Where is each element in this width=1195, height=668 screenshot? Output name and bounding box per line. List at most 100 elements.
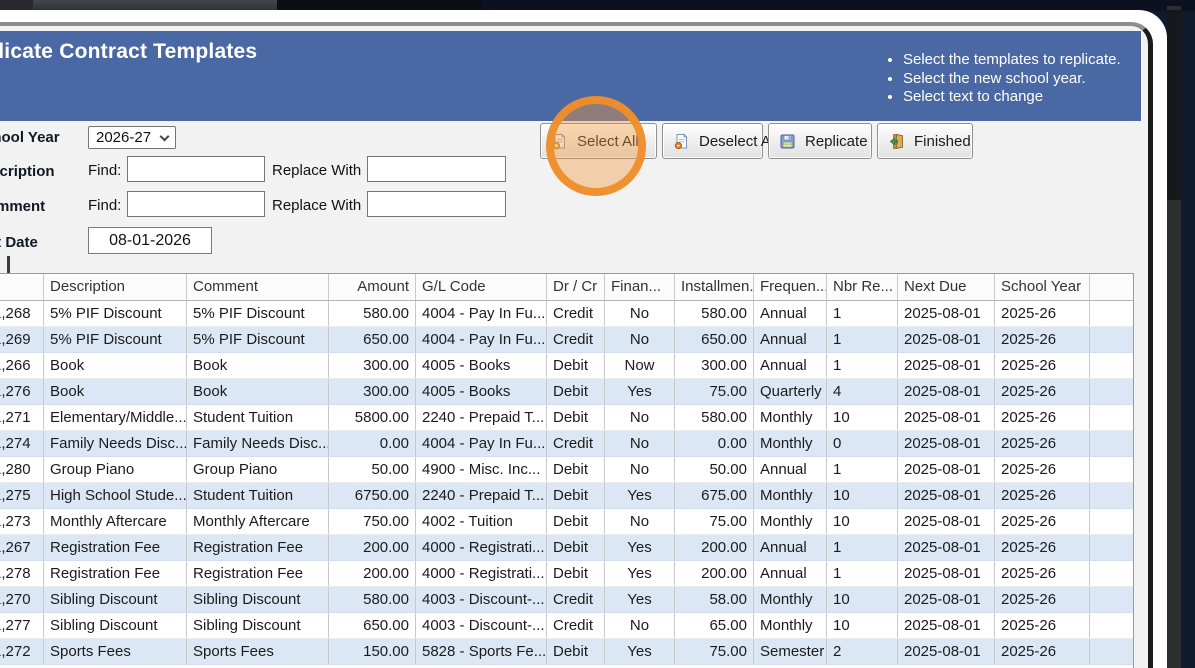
cell: 10: [827, 509, 898, 534]
description-label: Description: [0, 163, 55, 180]
cell: Debit: [547, 379, 605, 404]
finished-button[interactable]: Finished: [877, 123, 973, 159]
cell: Annual: [754, 561, 827, 586]
cell: 50.00: [675, 457, 754, 482]
cell: 1: [827, 535, 898, 560]
table-row[interactable]: 1,278Registration FeeRegistration Fee200…: [0, 561, 1133, 587]
cell: Debit: [547, 535, 605, 560]
template-id: 1,278: [0, 565, 31, 582]
column-header[interactable]: Description: [44, 274, 187, 300]
column-header[interactable]: Frequen...: [754, 274, 827, 300]
cell: Debit: [547, 353, 605, 378]
description-find-input[interactable]: [127, 156, 265, 182]
school-year-label: School Year: [0, 129, 60, 146]
contract-templates-table: Description Comment Amount G/L Code Dr / Cr F…: [0, 273, 1134, 668]
table-row[interactable]: 1,270Sibling DiscountSibling Discount580…: [0, 587, 1133, 613]
table-row[interactable]: 1,277Sibling DiscountSibling Discount650…: [0, 613, 1133, 639]
cell: Debit: [547, 639, 605, 664]
table-row[interactable]: 1,280Group PianoGroup Piano50.004900 - M…: [0, 457, 1133, 483]
table-row[interactable]: 1,274 Family Needs Disc...Family Needs Di…: [0, 431, 1133, 457]
cell: Debit: [547, 457, 605, 482]
column-header[interactable]: [0, 274, 44, 300]
select-all-button[interactable]: Select All: [540, 123, 657, 159]
select-all-label: Select All: [577, 132, 639, 150]
page-plus-icon: [552, 133, 566, 149]
column-header[interactable]: Dr / Cr: [547, 274, 605, 300]
column-header[interactable]: Amount: [329, 274, 416, 300]
replicate-button[interactable]: Replicate: [768, 123, 872, 159]
description-replace-input[interactable]: [367, 156, 506, 182]
cell: 2025-08-01: [898, 561, 995, 586]
cell: 1: [827, 457, 898, 482]
table-row[interactable]: 1,2685% PIF Discount5% PIF Discount580.0…: [0, 301, 1133, 327]
table-row[interactable]: 1,271 Elementary/Middle...Student Tuition…: [0, 405, 1133, 431]
column-header[interactable]: Comment: [187, 274, 329, 300]
cell: 0.00: [675, 431, 754, 456]
scrollbar-thumb[interactable]: [1167, 10, 1181, 200]
cell: 2025-26: [995, 405, 1090, 430]
column-header[interactable]: School Year: [995, 274, 1090, 300]
cell: 1,275: [0, 483, 44, 508]
cell: 2025-08-01: [898, 613, 995, 638]
table-row[interactable]: 1,273Monthly AftercareMonthly Aftercare7…: [0, 509, 1133, 535]
cell: Registration Fee: [44, 561, 187, 586]
template-id: 1,269: [0, 331, 31, 348]
page-scrollbar[interactable]: [1167, 6, 1181, 668]
description-find-label: Find:: [88, 162, 122, 179]
cell: 1,277: [0, 613, 44, 638]
deselect-all-button[interactable]: Deselect All: [662, 123, 777, 159]
school-year-dropdown[interactable]: 2026-27: [88, 126, 176, 149]
comment-replace-input[interactable]: [367, 191, 506, 217]
table-row[interactable]: 1,272Sports FeesSports Fees150.005828 - …: [0, 639, 1133, 665]
template-id: 1,270: [0, 591, 31, 608]
table-row[interactable]: 1,267Registration FeeRegistration Fee200…: [0, 535, 1133, 561]
cell: 2025-26: [995, 535, 1090, 560]
page-title: Replicate Contract Templates: [0, 40, 258, 63]
cell: Credit: [547, 587, 605, 612]
cell: 4900 - Misc. Inc...: [416, 457, 547, 482]
cell: 2240 - Prepaid T...: [416, 405, 547, 430]
cell: 150.00: [329, 639, 416, 664]
cell: 2025-26: [995, 457, 1090, 482]
start-date-input[interactable]: 08-01-2026: [88, 227, 212, 254]
template-id: 1,267: [0, 539, 31, 556]
cell: 2025-26: [995, 353, 1090, 378]
cell: [1090, 483, 1133, 508]
cell: Credit: [547, 613, 605, 638]
table-row[interactable]: 1,276BookBook300.004005 - BooksDebitYes7…: [0, 379, 1133, 405]
comment-replace-label: Replace With: [272, 197, 362, 214]
cell: 4005 - Books: [416, 379, 547, 404]
column-header[interactable]: G/L Code: [416, 274, 547, 300]
column-header[interactable]: Nbr Re...: [827, 274, 898, 300]
table-row[interactable]: 1,266BookBook300.004005 - BooksDebitNow3…: [0, 353, 1133, 379]
cell: 675.00: [675, 483, 754, 508]
cell: 2025-08-01: [898, 405, 995, 430]
cell: 1,272: [0, 639, 44, 664]
window-sheet: Replicate Contract Templates Select the …: [0, 10, 1167, 668]
cell: Annual: [754, 301, 827, 326]
column-header[interactable]: Installmen...: [675, 274, 754, 300]
finished-label: Finished: [914, 132, 971, 150]
cell: [1090, 587, 1133, 612]
cell: 650.00: [675, 327, 754, 352]
column-header[interactable]: Next Due: [898, 274, 995, 300]
cell: 4002 - Tuition: [416, 509, 547, 534]
cell: [1090, 535, 1133, 560]
cell: Monthly: [754, 613, 827, 638]
cell: Debit: [547, 405, 605, 430]
cell: Monthly: [754, 587, 827, 612]
column-header[interactable]: Finan...: [605, 274, 675, 300]
table-row[interactable]: 1,275 High School Stude...Student Tuition…: [0, 483, 1133, 509]
cell: 0.00: [329, 431, 416, 456]
cell: Group Piano: [187, 457, 329, 482]
cell: Student Tuition: [187, 483, 329, 508]
cell: No: [605, 613, 675, 638]
cell: Sibling Discount: [187, 613, 329, 638]
template-id: 1,276: [0, 383, 31, 400]
comment-find-input[interactable]: [127, 191, 265, 217]
cell: No: [605, 301, 675, 326]
column-header[interactable]: [1090, 274, 1133, 300]
cell: 6750.00: [329, 483, 416, 508]
table-row[interactable]: 1,2695% PIF Discount5% PIF Discount650.0…: [0, 327, 1133, 353]
cell: 300.00: [329, 379, 416, 404]
